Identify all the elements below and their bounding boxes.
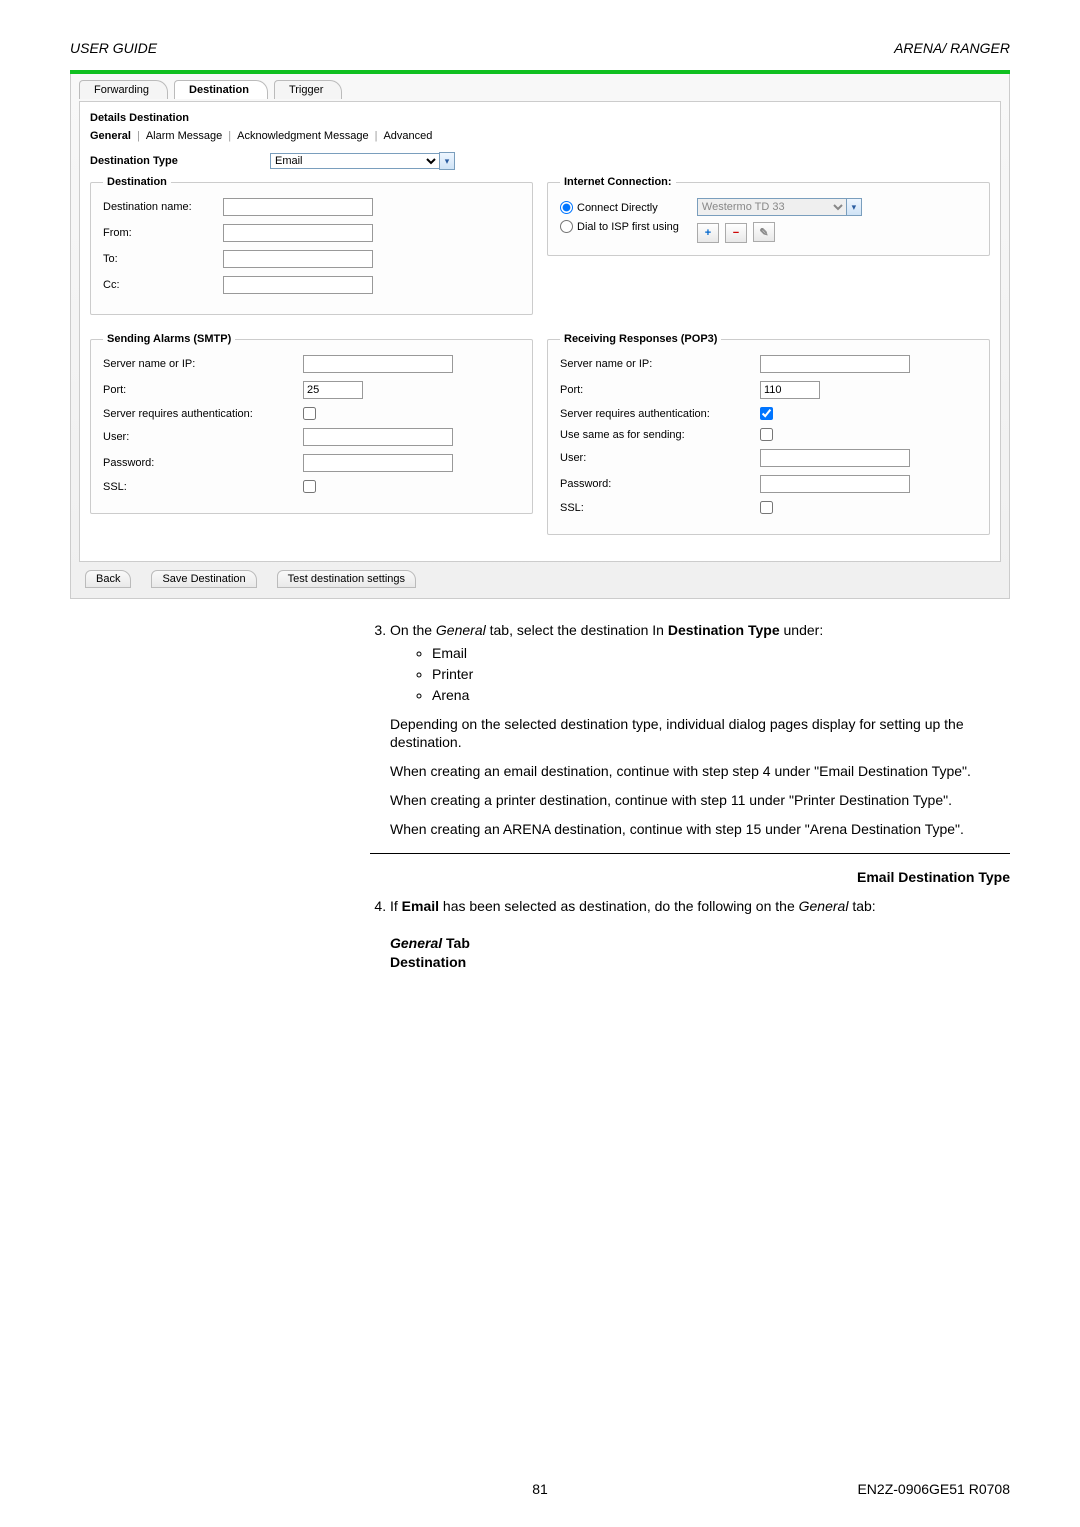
add-icon[interactable]: +: [697, 223, 719, 243]
bullet-arena: Arena: [432, 686, 1010, 705]
email-destination-type-heading: Email Destination Type: [370, 862, 1010, 887]
smtp-port-input[interactable]: [303, 381, 363, 399]
general-tab-heading: General: [390, 935, 442, 951]
pop3-auth-checkbox[interactable]: [760, 407, 773, 420]
pop3-server-input[interactable]: [760, 355, 910, 373]
app-screenshot: Forwarding Destination Trigger Details D…: [70, 70, 1010, 599]
cc-input[interactable]: [223, 276, 373, 294]
pop3-ssl-checkbox[interactable]: [760, 501, 773, 514]
tab-forwarding[interactable]: Forwarding: [79, 80, 168, 99]
save-destination-button[interactable]: Save Destination: [151, 570, 256, 588]
smtp-server-input[interactable]: [303, 355, 453, 373]
chevron-down-icon[interactable]: ▾: [846, 198, 862, 216]
smtp-auth-checkbox[interactable]: [303, 407, 316, 420]
smtp-port-label: Port:: [103, 384, 303, 396]
smtp-server-label: Server name or IP:: [103, 358, 303, 370]
step-3: On the General tab, select the destinati…: [390, 621, 1010, 839]
pop3-user-input[interactable]: [760, 449, 910, 467]
smtp-password-input[interactable]: [303, 454, 453, 472]
isp-select[interactable]: Westermo TD 33: [697, 198, 847, 216]
pop3-server-label: Server name or IP:: [560, 358, 760, 370]
to-label: To:: [103, 253, 223, 265]
subtab-general[interactable]: General: [90, 130, 131, 142]
pop3-user-label: User:: [560, 452, 760, 464]
subtab-alarm-message[interactable]: Alarm Message: [146, 130, 222, 142]
smtp-auth-label: Server requires authentication:: [103, 408, 303, 420]
page-number: 81: [70, 1481, 1010, 1497]
from-label: From:: [103, 227, 223, 239]
connect-directly-label: Connect Directly: [577, 202, 658, 214]
smtp-password-label: Password:: [103, 457, 303, 469]
tab-destination[interactable]: Destination: [174, 80, 268, 99]
chevron-down-icon[interactable]: ▾: [439, 152, 455, 170]
pop3-same-label: Use same as for sending:: [560, 429, 760, 441]
paragraph-2: When creating an email destination, cont…: [390, 762, 1010, 781]
test-destination-button[interactable]: Test destination settings: [277, 570, 416, 588]
pop3-ssl-label: SSL:: [560, 502, 760, 514]
header-right: ARENA/ RANGER: [894, 40, 1010, 56]
destination-sub-heading: Destination: [390, 954, 466, 970]
to-input[interactable]: [223, 250, 373, 268]
pop3-port-input[interactable]: [760, 381, 820, 399]
destination-type-select[interactable]: Email: [270, 153, 440, 169]
dial-isp-label: Dial to ISP first using: [577, 221, 679, 233]
pop3-legend: Receiving Responses (POP3): [560, 333, 721, 345]
connect-directly-radio[interactable]: [560, 201, 573, 214]
remove-icon[interactable]: −: [725, 223, 747, 243]
subtab-acknowledgment-message[interactable]: Acknowledgment Message: [237, 130, 368, 142]
pop3-same-checkbox[interactable]: [760, 428, 773, 441]
edit-icon[interactable]: ✎: [753, 222, 775, 242]
header-left: USER GUIDE: [70, 40, 157, 56]
internet-connection-legend: Internet Connection:: [560, 176, 676, 188]
destination-legend: Destination: [103, 176, 171, 188]
cc-label: Cc:: [103, 279, 223, 291]
tab-trigger[interactable]: Trigger: [274, 80, 342, 99]
document-body: On the General tab, select the destinati…: [70, 621, 1010, 972]
smtp-ssl-label: SSL:: [103, 481, 303, 493]
paragraph-3: When creating a printer destination, con…: [390, 791, 1010, 810]
destination-name-input[interactable]: [223, 198, 373, 216]
smtp-user-label: User:: [103, 431, 303, 443]
back-button[interactable]: Back: [85, 570, 131, 588]
pop3-port-label: Port:: [560, 384, 760, 396]
from-input[interactable]: [223, 224, 373, 242]
bullet-printer: Printer: [432, 665, 1010, 684]
details-destination-title: Details Destination: [90, 112, 990, 124]
destination-name-label: Destination name:: [103, 201, 223, 213]
smtp-legend: Sending Alarms (SMTP): [103, 333, 235, 345]
paragraph-1: Depending on the selected destination ty…: [390, 715, 1010, 753]
pop3-password-label: Password:: [560, 478, 760, 490]
bullet-email: Email: [432, 644, 1010, 663]
smtp-user-input[interactable]: [303, 428, 453, 446]
subtab-advanced[interactable]: Advanced: [383, 130, 432, 142]
destination-type-label: Destination Type: [90, 155, 270, 167]
step-4: If Email has been selected as destinatio…: [390, 897, 1010, 972]
dial-isp-radio[interactable]: [560, 220, 573, 233]
pop3-auth-label: Server requires authentication:: [560, 408, 760, 420]
paragraph-4: When creating an ARENA destination, cont…: [390, 820, 1010, 839]
pop3-password-input[interactable]: [760, 475, 910, 493]
smtp-ssl-checkbox[interactable]: [303, 480, 316, 493]
